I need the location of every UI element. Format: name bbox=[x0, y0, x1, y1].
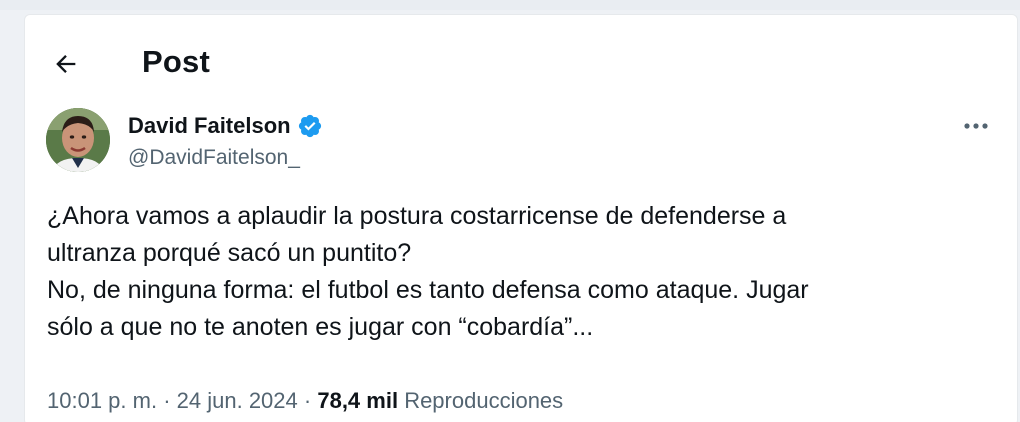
meta-separator: · bbox=[303, 388, 312, 413]
arrow-left-icon bbox=[56, 55, 76, 73]
more-options-button[interactable] bbox=[958, 112, 994, 140]
author-name[interactable]: David Faitelson bbox=[128, 113, 323, 139]
post-date[interactable]: 24 jun. 2024 bbox=[177, 388, 298, 413]
post-meta: 10:01 p. m. · 24 jun. 2024 · 78,4 mil Re… bbox=[47, 388, 563, 414]
page-title: Post bbox=[142, 44, 210, 79]
post-text-line: sólo a que no te anoten es jugar con “co… bbox=[47, 313, 594, 341]
author-name-text: David Faitelson bbox=[128, 113, 291, 138]
post-time[interactable]: 10:01 p. m. bbox=[47, 388, 157, 413]
views-label: Reproducciones bbox=[404, 388, 564, 413]
top-strip bbox=[0, 0, 1020, 10]
meta-separator: · bbox=[163, 388, 171, 413]
post-text-line: ¿Ahora vamos a aplaudir la postura costa… bbox=[47, 202, 787, 230]
post-text: ¿Ahora vamos a aplaudir la postura costa… bbox=[47, 198, 967, 346]
verified-badge-icon bbox=[298, 114, 321, 138]
views-count: 78,4 mil bbox=[317, 388, 399, 413]
author-handle[interactable]: @DavidFaitelson_ bbox=[128, 146, 300, 170]
avatar[interactable] bbox=[46, 108, 110, 172]
post-text-line: ultranza porqué sacó un puntito? bbox=[47, 239, 412, 267]
more-horizontal-icon bbox=[964, 123, 988, 129]
back-button[interactable] bbox=[48, 46, 84, 82]
post-text-line: No, de ninguna forma: el futbol es tanto… bbox=[47, 276, 809, 304]
